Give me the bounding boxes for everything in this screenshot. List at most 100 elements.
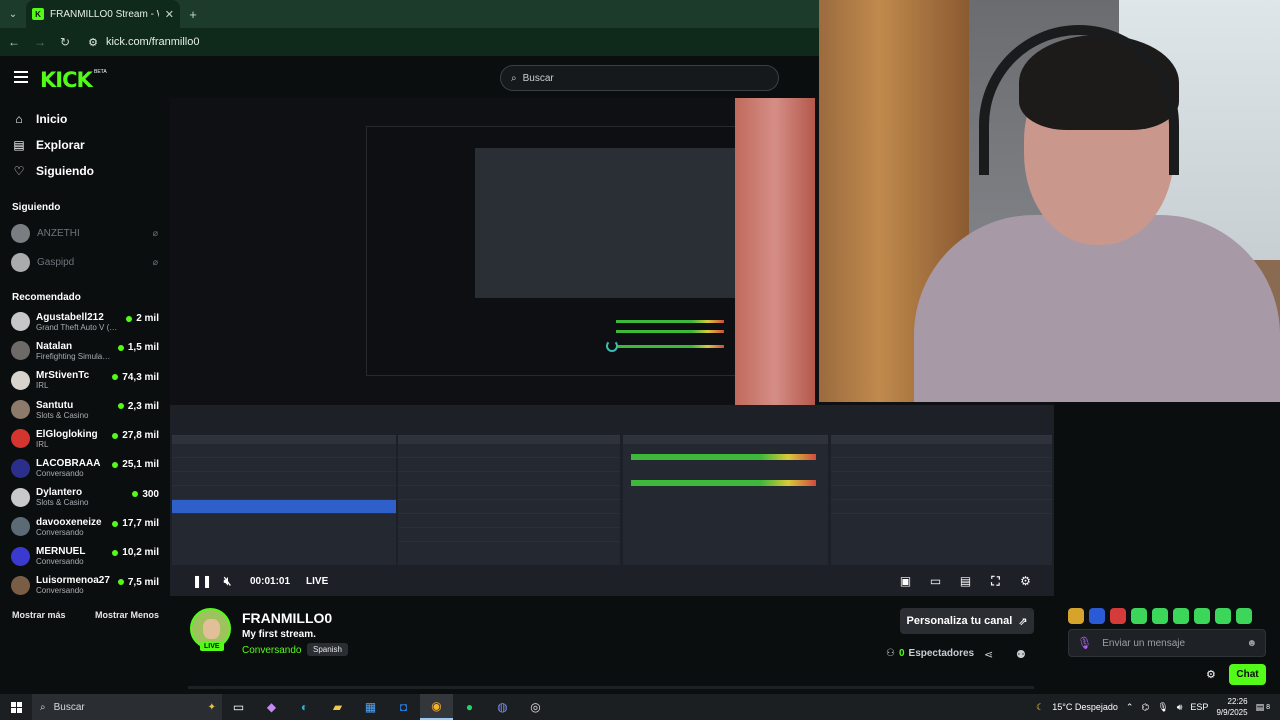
channel-name[interactable]: FRANMILLO0 [242, 610, 332, 626]
edge-icon[interactable]: ◐ [288, 694, 321, 720]
nav-explorar[interactable]: ▤ Explorar [0, 132, 170, 158]
chat-send-button[interactable]: Chat [1229, 664, 1266, 685]
recommended-category: Conversando [36, 527, 84, 537]
cinema-icon[interactable]: ▤ [959, 574, 972, 589]
new-tab-button[interactable]: + [180, 7, 206, 22]
people-icon[interactable]: ⚉ [1016, 648, 1026, 661]
avatar [11, 517, 30, 537]
search-input[interactable]: ⌕ Buscar [500, 65, 779, 91]
chat-settings-icon[interactable]: ⚙ [1206, 668, 1216, 681]
customize-channel-button[interactable]: Personaliza tu canal ⇗ [900, 608, 1034, 634]
recommended-item[interactable]: Luisormenoa27 Conversando 7,5 mil [0, 571, 170, 600]
pause-icon[interactable]: ❚❚ [192, 574, 212, 588]
following-item[interactable]: Gaspipd ⌀ [0, 248, 170, 277]
viewer-number: 0 [898, 648, 905, 659]
file-explorer-icon[interactable]: ▰ [321, 694, 354, 720]
browser-nav-bar: ← → ↻ ⚙ kick.com/franmillo0 [0, 28, 820, 56]
following-name: Gaspipd [37, 257, 75, 268]
recommended-item[interactable]: davooxeneize Conversando 17,7 mil [0, 512, 170, 541]
taskbar-search[interactable]: ⌕ Buscar ✦ [32, 694, 222, 720]
emote-icon[interactable] [1215, 608, 1231, 624]
task-view-icon[interactable]: ▭ [222, 694, 255, 720]
store-icon[interactable]: ▦ [354, 694, 387, 720]
microphone-icon[interactable]: 🎙︎ [1077, 636, 1092, 650]
stream-category[interactable]: Conversando [242, 645, 301, 656]
microphone-tray-icon[interactable]: 🎙︎ [1157, 702, 1168, 713]
network-icon[interactable]: ⌬ [1141, 702, 1149, 713]
weather-icon: ☾ [1036, 701, 1045, 712]
browser-tab-bar: ⌄ K FRANMILLO0 Stream - Watch L ✕ + [0, 0, 820, 28]
notifications-icon[interactable]: ▤ [1256, 702, 1265, 713]
windows-start-icon[interactable] [0, 701, 32, 713]
emote-icon[interactable] [1089, 608, 1105, 624]
show-more-row: Mostrar más Mostrar Menos [0, 610, 170, 620]
recommended-viewers: 10,2 mil [112, 547, 159, 558]
controls-panel [831, 435, 1052, 565]
emote-icon[interactable] [1236, 608, 1252, 624]
chat-panel: 🎙︎ Enviar un mensaje ☻ ⚙ Chat [1054, 402, 1280, 694]
recommended-item[interactable]: Dylantero Slots & Casino 300 [0, 483, 170, 512]
show-more-link[interactable]: Mostrar más [12, 610, 66, 620]
taskbar: ⌕ Buscar ✦ ▭ ◆ ◐ ▰ ▦ ◘ ◉ ● ◍ ◎ ☾ 15°C De… [0, 694, 1280, 720]
taskbar-search-label: Buscar [53, 701, 85, 713]
clock[interactable]: 22:26 9/9/2025 [1216, 696, 1247, 718]
forward-arrow-icon[interactable]: → [34, 35, 46, 49]
recommended-title: Recomendado [12, 292, 81, 303]
emote-icon[interactable] [1068, 608, 1084, 624]
obs-icon[interactable]: ◎ [519, 694, 552, 720]
share-icon[interactable]: ⋖ [984, 648, 993, 661]
settings-icon[interactable]: ⚙ [1019, 574, 1032, 589]
language-tag[interactable]: Spanish [307, 643, 348, 656]
fullscreen-icon[interactable]: ⛶ [989, 574, 1002, 589]
muted-icon[interactable]: 🔇︎ [221, 574, 234, 589]
theater-icon[interactable]: ▭ [929, 574, 942, 589]
chrome-icon[interactable]: ◉ [420, 694, 453, 720]
recommended-item[interactable]: MERNUEL Conversando 10,2 mil [0, 541, 170, 570]
recommended-viewers: 27,8 mil [112, 430, 159, 441]
weather-text[interactable]: 15°C Despejado [1052, 702, 1118, 712]
tab-list-icon[interactable]: ⌄ [0, 0, 26, 28]
recommended-viewers: 17,7 mil [112, 518, 159, 529]
emoji-icon[interactable]: ☻ [1246, 638, 1257, 649]
address-bar[interactable]: ⚙ kick.com/franmillo0 [88, 36, 199, 49]
emote-icon[interactable] [1131, 608, 1147, 624]
spotify-icon[interactable]: ● [453, 694, 486, 720]
following-item[interactable]: ANZETHI ⌀ [0, 219, 170, 248]
discord-icon[interactable]: ◍ [486, 694, 519, 720]
nav-inicio[interactable]: ⌂ Inicio [0, 106, 170, 132]
outlook-icon[interactable]: ◘ [387, 694, 420, 720]
screen: ⌄ K FRANMILLO0 Stream - Watch L ✕ + ← → … [0, 0, 1280, 720]
emote-icon[interactable] [1194, 608, 1210, 624]
show-less-link[interactable]: Mostrar Menos [95, 610, 159, 620]
recommended-text: davooxeneize Conversando [36, 517, 106, 537]
miniplayer-icon[interactable]: ▣ [899, 574, 912, 589]
emote-icon[interactable] [1110, 608, 1126, 624]
emote-icon[interactable] [1152, 608, 1168, 624]
recommended-item[interactable]: ElGlogloking IRL 27,8 mil [0, 424, 170, 453]
chevron-up-icon[interactable]: ⌃ [1126, 702, 1134, 713]
following-name: ANZETHI [37, 228, 80, 239]
viewer-count-text: 300 [142, 488, 159, 500]
volume-icon[interactable]: 🔊︎ [1177, 702, 1183, 713]
copilot-icon[interactable]: ◆ [255, 694, 288, 720]
language-indicator[interactable]: ESP [1190, 702, 1208, 712]
recommended-item[interactable]: Natalan Firefighting Simulat… 1,5 mil [0, 336, 170, 365]
browser-tab[interactable]: K FRANMILLO0 Stream - Watch L ✕ [26, 0, 180, 28]
chat-input[interactable]: 🎙︎ Enviar un mensaje ☻ [1068, 629, 1266, 657]
back-arrow-icon[interactable]: ← [8, 35, 20, 49]
emote-icon[interactable] [1173, 608, 1189, 624]
sources-panel [398, 435, 620, 565]
recommended-item[interactable]: MrStivenTc IRL 74,3 mil [0, 366, 170, 395]
site-info-icon[interactable]: ⚙ [88, 36, 98, 49]
nav-siguiendo[interactable]: ♡ Siguiendo [0, 158, 170, 184]
avatar [11, 341, 30, 361]
recommended-item[interactable]: LACOBRAAA Conversando 25,1 mil [0, 453, 170, 482]
reload-icon[interactable]: ↻ [60, 35, 70, 49]
menu-icon[interactable] [14, 71, 28, 83]
recommended-name: MERNUEL [36, 546, 86, 558]
recommended-item[interactable]: Santutu Slots & Casino 2,3 mil [0, 395, 170, 424]
kick-logo[interactable]: KICK [40, 68, 93, 92]
live-dot-icon [117, 344, 124, 351]
recommended-item[interactable]: Agustabell212 Grand Theft Auto V (… 2 mil [0, 307, 170, 336]
close-tab-icon[interactable]: ✕ [165, 8, 174, 21]
